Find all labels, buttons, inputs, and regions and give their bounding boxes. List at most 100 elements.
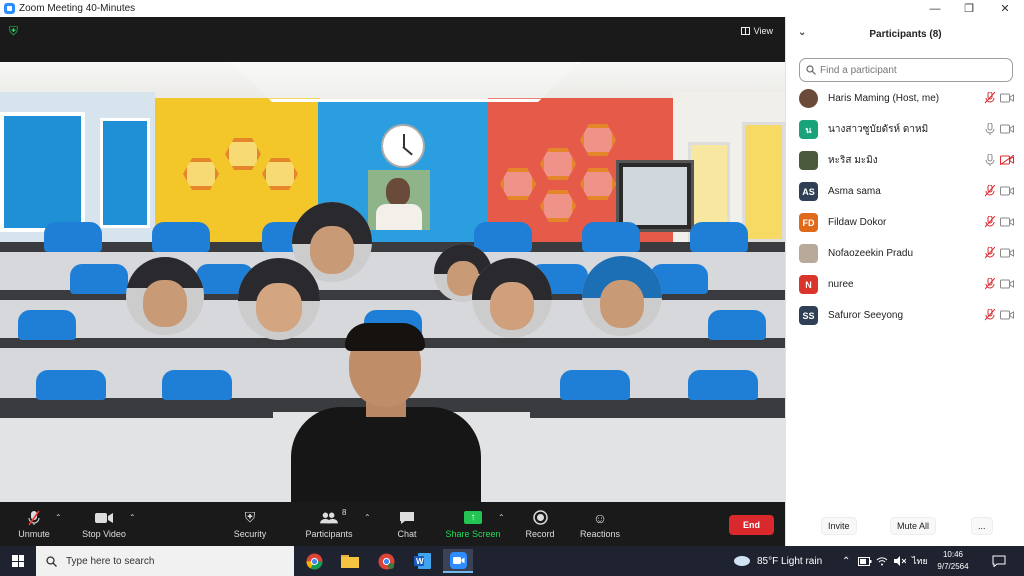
muted-mic-icon[interactable]	[984, 91, 996, 105]
security-label: Security	[233, 528, 267, 539]
smiley-face-icon: ☺	[592, 509, 608, 526]
muted-mic-icon[interactable]	[984, 246, 996, 260]
muted-mic-icon	[25, 510, 43, 526]
chair	[36, 370, 106, 400]
participant-row[interactable]: Nofaozeekin Pradu	[786, 238, 1024, 269]
restore-button[interactable]: ❐	[952, 0, 986, 17]
view-button[interactable]: View	[740, 26, 773, 36]
windows-logo-icon	[12, 555, 24, 567]
participants-button[interactable]: 8 Participants	[304, 502, 354, 546]
more-options-button[interactable]: ...	[971, 517, 993, 535]
chrome-profile-app-icon[interactable]	[371, 549, 401, 573]
audio-options-chevron-icon[interactable]: ⌃	[55, 513, 62, 522]
chair	[688, 370, 758, 400]
input-language-indicator[interactable]: ไทย	[912, 546, 928, 576]
chrome-app-icon[interactable]	[299, 549, 329, 573]
notifications-icon[interactable]	[992, 546, 1006, 576]
participants-panel-footer: Invite Mute All ...	[786, 513, 1024, 541]
cloud-rain-icon	[734, 556, 750, 566]
participant-row[interactable]: FD Fildaw Dokor	[786, 207, 1024, 238]
participant-row[interactable]: N nuree	[786, 269, 1024, 300]
participant-video-thumbnail	[368, 170, 430, 230]
weather-widget[interactable]: 85°F Light rain	[733, 546, 822, 576]
share-screen-button[interactable]: ↑ Share Screen	[444, 502, 502, 546]
video-options-chevron-icon[interactable]: ⌃	[129, 513, 136, 522]
unmute-button[interactable]: Unmute	[14, 502, 54, 546]
left-window	[0, 112, 85, 232]
participant-search-input[interactable]: Find a participant	[799, 58, 1013, 82]
mic-icon[interactable]	[984, 122, 996, 136]
front-desk	[530, 400, 785, 418]
muted-mic-icon[interactable]	[984, 215, 996, 229]
video-camera-icon[interactable]	[1000, 248, 1014, 258]
stop-video-button[interactable]: Stop Video	[80, 502, 128, 546]
clock-date: 9/7/2564	[937, 562, 969, 571]
participant-name: nuree	[828, 279, 854, 290]
participant-row[interactable]: SS Safuror Seeyong	[786, 300, 1024, 331]
end-meeting-button[interactable]: End	[729, 515, 774, 535]
participant-search-placeholder: Find a participant	[820, 64, 897, 76]
speaker-muted-icon[interactable]	[894, 546, 906, 576]
participant-row[interactable]: หะริส มะมิง	[786, 145, 1024, 176]
chair	[560, 370, 630, 400]
window-titlebar: Zoom Meeting 40-Minutes — ❐ ✕	[0, 0, 1024, 17]
participants-panel: ⌄ Participants (8) Find a participant Ha…	[785, 17, 1024, 546]
video-camera-icon[interactable]	[1000, 310, 1014, 320]
mute-all-button[interactable]: Mute All	[890, 517, 937, 535]
participant-face	[126, 257, 204, 335]
record-icon	[531, 510, 549, 526]
participant-name: Safuror Seeyong	[828, 310, 904, 321]
participant-name: Haris Maming (Host, me)	[828, 93, 940, 104]
collapse-chevron-icon[interactable]: ⌄	[798, 27, 806, 38]
participant-row[interactable]: น นางสาวซูบัยดัรห์ ดาหมิ	[786, 114, 1024, 145]
muted-mic-icon[interactable]	[984, 308, 996, 322]
taskbar-clock[interactable]: 10:46 9/7/2564	[930, 549, 976, 573]
reactions-button[interactable]: ☺ Reactions	[578, 502, 622, 546]
unmute-label: Unmute	[18, 528, 50, 539]
record-button[interactable]: Record	[522, 502, 558, 546]
encryption-shield-icon[interactable]: ⛨	[9, 25, 20, 38]
taskbar-search-input[interactable]: Type here to search	[36, 546, 294, 576]
wifi-icon[interactable]	[876, 546, 888, 576]
share-options-chevron-icon[interactable]: ⌃	[498, 513, 505, 522]
video-camera-icon[interactable]	[1000, 124, 1014, 134]
zoom-app-icon[interactable]	[443, 549, 473, 573]
chair	[152, 222, 210, 252]
share-screen-icon: ↑	[464, 510, 482, 526]
grid-view-icon	[740, 27, 750, 35]
desk-row	[0, 242, 785, 252]
reactions-label: Reactions	[579, 528, 621, 539]
file-explorer-icon[interactable]	[335, 549, 365, 573]
muted-mic-icon[interactable]	[984, 184, 996, 198]
minimize-button[interactable]: —	[918, 0, 952, 17]
invite-button[interactable]: Invite	[821, 517, 857, 535]
show-hidden-icons-chevron-icon[interactable]: ⌃	[842, 546, 850, 576]
video-camera-icon[interactable]	[1000, 93, 1014, 103]
muted-mic-icon[interactable]	[984, 277, 996, 291]
participant-row[interactable]: AS Asma sama	[786, 176, 1024, 207]
taskbar-search-placeholder: Type here to search	[66, 555, 155, 567]
participant-row[interactable]: Haris Maming (Host, me)	[786, 83, 1024, 114]
video-camera-icon[interactable]	[1000, 217, 1014, 227]
video-off-icon[interactable]	[1000, 155, 1014, 165]
mic-icon[interactable]	[984, 153, 996, 167]
video-camera-icon[interactable]	[1000, 186, 1014, 196]
record-label: Record	[525, 528, 555, 539]
security-button[interactable]: ⛨ Security	[230, 502, 270, 546]
participant-face	[472, 258, 552, 338]
word-app-icon[interactable]: W	[407, 549, 437, 573]
avatar	[799, 151, 818, 170]
ceiling-light	[230, 62, 580, 102]
battery-icon[interactable]	[858, 546, 872, 576]
stop-video-label: Stop Video	[82, 528, 126, 539]
participants-options-chevron-icon[interactable]: ⌃	[364, 513, 371, 522]
chat-button[interactable]: Chat	[390, 502, 424, 546]
meeting-top-bar: ⛨ View	[0, 17, 785, 62]
video-camera-icon[interactable]	[1000, 279, 1014, 289]
chat-label: Chat	[397, 528, 417, 539]
start-button[interactable]	[0, 546, 36, 576]
chair	[690, 222, 748, 252]
participant-list: Haris Maming (Host, me) น นางสาวซูบัยดัร…	[786, 83, 1024, 331]
chair	[70, 264, 128, 294]
close-button[interactable]: ✕	[988, 0, 1022, 17]
